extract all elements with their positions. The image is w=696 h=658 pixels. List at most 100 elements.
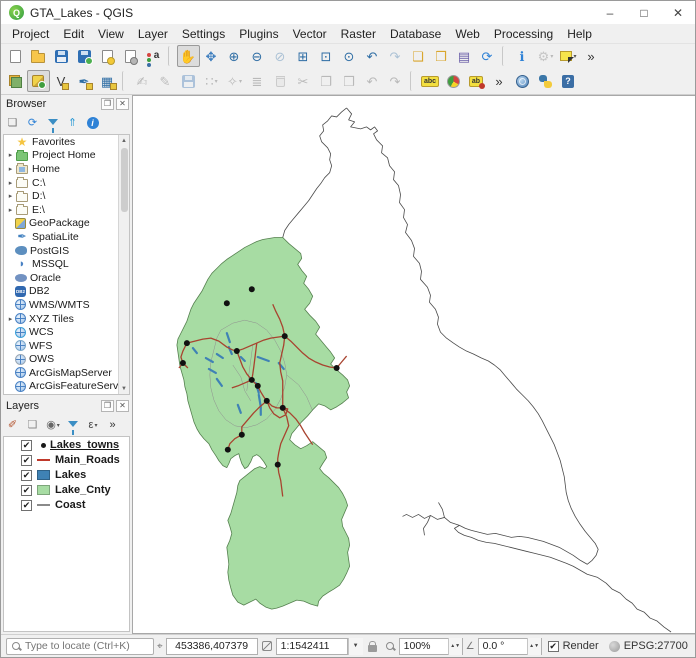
- browser-item[interactable]: Oracle: [4, 271, 129, 285]
- scroll-down-icon[interactable]: ▼: [121, 383, 127, 394]
- expand-arrow-icon[interactable]: ▸: [6, 179, 15, 187]
- browser-item[interactable]: ▸ XYZ Tiles: [4, 312, 129, 326]
- browser-item[interactable]: WCS: [4, 325, 129, 339]
- refresh-browser[interactable]: ⟳: [23, 114, 43, 133]
- browser-item[interactable]: ArcGisFeatureServer: [4, 380, 129, 394]
- float-panel-icon[interactable]: ❐: [101, 98, 114, 110]
- browser-item[interactable]: WFS: [4, 339, 129, 353]
- new-virtual-layer[interactable]: ▦: [96, 70, 119, 92]
- menu-item[interactable]: View: [91, 25, 131, 43]
- pan-map-to-selection[interactable]: ✥: [200, 45, 223, 67]
- menu-item[interactable]: Database: [383, 25, 448, 43]
- expand-arrow-icon[interactable]: ▸: [6, 192, 15, 200]
- layer-visibility-checkbox[interactable]: [21, 455, 32, 466]
- browser-item[interactable]: MSSQL: [4, 257, 129, 271]
- add-feature[interactable]: ∷ ▾: [200, 70, 223, 92]
- manage-map-themes[interactable]: ◉ ▾: [43, 416, 63, 435]
- close-panel-icon[interactable]: ✕: [116, 98, 129, 110]
- layer-item[interactable]: Main_Roads: [4, 453, 129, 467]
- expand-arrow-icon[interactable]: ▸: [6, 165, 15, 173]
- browser-item[interactable]: PostGIS: [4, 244, 129, 258]
- scrollbar-thumb[interactable]: [121, 148, 128, 212]
- menu-item[interactable]: Settings: [175, 25, 232, 43]
- browser-item[interactable]: ▸ D:\: [4, 189, 129, 203]
- undo[interactable]: ↶: [361, 70, 384, 92]
- style-manager[interactable]: a: [142, 45, 165, 67]
- delete-selected[interactable]: [269, 70, 292, 92]
- open-project[interactable]: [27, 45, 50, 67]
- collapse-all[interactable]: ⇑: [63, 114, 83, 133]
- select-features[interactable]: ▾: [557, 45, 580, 67]
- new-print-layout[interactable]: [96, 45, 119, 67]
- browser-item[interactable]: GeoPackage: [4, 217, 129, 231]
- layer-visibility-checkbox[interactable]: [21, 470, 32, 481]
- coordinate-display[interactable]: 453386,407379: [166, 638, 258, 655]
- browser-item[interactable]: ArcGisMapServer: [4, 366, 129, 380]
- menu-item[interactable]: Project: [5, 25, 56, 43]
- layer-visibility-checkbox[interactable]: [21, 440, 32, 451]
- browser-scrollbar[interactable]: ▲ ▼: [118, 135, 129, 394]
- menu-item[interactable]: Raster: [334, 25, 383, 43]
- new-spatial-bookmark[interactable]: ❑: [407, 45, 430, 67]
- map-canvas[interactable]: [132, 95, 695, 634]
- browser-item[interactable]: WMS/WMTS: [4, 298, 129, 312]
- extent-toggle-icon[interactable]: [262, 641, 272, 651]
- copy-features[interactable]: ❐: [315, 70, 338, 92]
- pan-map[interactable]: ✋: [177, 45, 200, 67]
- scroll-up-icon[interactable]: ▲: [121, 135, 127, 146]
- menu-item[interactable]: Web: [448, 25, 486, 43]
- filter-legend[interactable]: [63, 416, 83, 435]
- close-panel-icon[interactable]: ✕: [116, 400, 129, 412]
- show-bookmark-manager[interactable]: ▤: [453, 45, 476, 67]
- layer-diagrams[interactable]: [442, 70, 465, 92]
- browser-item[interactable]: ▸ Project Home: [4, 149, 129, 163]
- zoom-to-layer[interactable]: ⊡: [315, 45, 338, 67]
- rotation-spinbox[interactable]: 0.0 ° ▲▼: [478, 638, 542, 655]
- show-spatial-bookmarks[interactable]: ❒: [430, 45, 453, 67]
- metasearch[interactable]: [511, 70, 534, 92]
- expand-arrow-icon[interactable]: ▸: [6, 206, 15, 214]
- browser-item[interactable]: DB2: [4, 285, 129, 299]
- python-console[interactable]: [534, 70, 557, 92]
- zoom-next[interactable]: ↷: [384, 45, 407, 67]
- toggle-editing[interactable]: ✎: [154, 70, 177, 92]
- browser-item[interactable]: ▸ C:\: [4, 176, 129, 190]
- spinner-arrows-icon[interactable]: ▲▼: [527, 638, 541, 655]
- locator-bar[interactable]: [6, 638, 154, 655]
- layer-visibility-checkbox[interactable]: [21, 485, 32, 496]
- minimize-button[interactable]: –: [593, 1, 627, 24]
- menu-item[interactable]: Edit: [56, 25, 91, 43]
- zoom-in[interactable]: ⊕: [223, 45, 246, 67]
- locate-input[interactable]: [25, 640, 149, 652]
- layer-item[interactable]: Lake_Cnty: [4, 483, 129, 497]
- layer-item[interactable]: Lakes: [4, 468, 129, 482]
- new-shapefile-layer[interactable]: V: [50, 70, 73, 92]
- layer-labeling-single[interactable]: ab: [465, 70, 488, 92]
- toolbar-overflow[interactable]: »: [488, 70, 511, 92]
- maximize-button[interactable]: □: [627, 1, 661, 24]
- menu-item[interactable]: Layer: [131, 25, 175, 43]
- zoom-full[interactable]: ⊞: [292, 45, 315, 67]
- save-project[interactable]: [50, 45, 73, 67]
- layer-item[interactable]: Coast: [4, 498, 129, 512]
- new-project[interactable]: [4, 45, 27, 67]
- save-layer-edits[interactable]: [177, 70, 200, 92]
- new-spatialite-layer[interactable]: ✒: [73, 70, 96, 92]
- crs-status-button[interactable]: EPSG:27700: [609, 640, 688, 652]
- cut-features[interactable]: ✂: [292, 70, 315, 92]
- magnifier-spinbox[interactable]: 100% ▲▼: [399, 638, 463, 655]
- expand-arrow-icon[interactable]: ▸: [6, 151, 15, 159]
- browser-item[interactable]: OWS: [4, 353, 129, 367]
- run-feature-action[interactable]: ⚙ ▾: [534, 45, 557, 67]
- redo[interactable]: ↷: [384, 70, 407, 92]
- add-group[interactable]: ❏: [23, 416, 43, 435]
- close-button[interactable]: ✕: [661, 1, 695, 24]
- identify-features[interactable]: ℹ: [511, 45, 534, 67]
- browser-item[interactable]: ▸ Home: [4, 162, 129, 176]
- show-layout-manager[interactable]: [119, 45, 142, 67]
- filter-browser[interactable]: [43, 114, 63, 133]
- expand-arrow-icon[interactable]: ▸: [6, 315, 15, 323]
- zoom-out[interactable]: ⊖: [246, 45, 269, 67]
- menu-item[interactable]: Help: [560, 25, 599, 43]
- zoom-native[interactable]: ⊘: [269, 45, 292, 67]
